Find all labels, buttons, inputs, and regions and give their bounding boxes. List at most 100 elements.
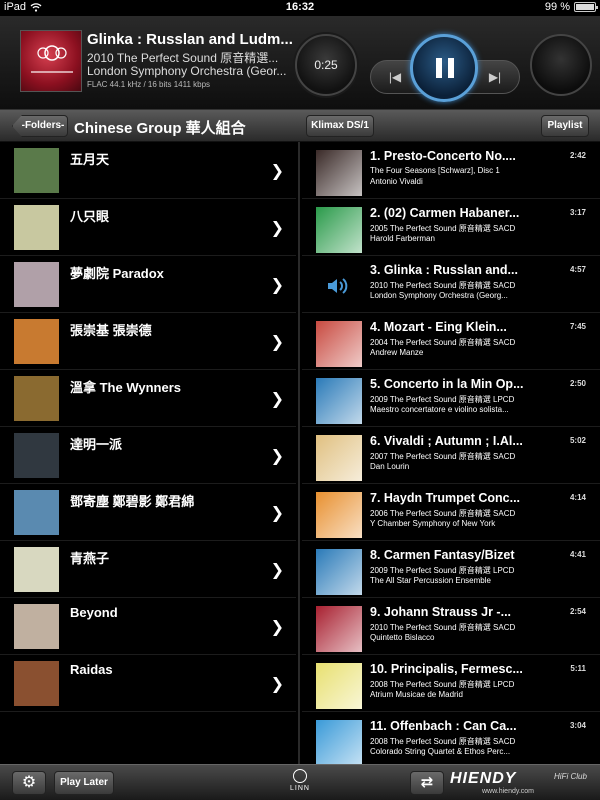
playlist-button[interactable]: Playlist <box>541 115 589 137</box>
group-row[interactable]: 達明一派 ❯ <box>0 427 296 484</box>
group-thumbnail <box>14 262 59 307</box>
track-duration: 4:57 <box>569 265 586 274</box>
track-album: 2009 The Perfect Sound 原音精選 LPCD <box>370 395 515 404</box>
group-row[interactable]: 八只眼 ❯ <box>0 199 296 256</box>
track-duration: 2:42 <box>569 151 586 160</box>
group-label: 鄧寄塵 鄭碧影 鄭君綿 <box>70 494 195 509</box>
volume-knob[interactable] <box>530 34 592 96</box>
group-row[interactable]: 溫拿 The Wynners ❯ <box>0 370 296 427</box>
track-artist: Andrew Manze <box>370 348 424 357</box>
group-row[interactable]: 鄧寄塵 鄭碧影 鄭君綿 ❯ <box>0 484 296 541</box>
track-duration: 5:02 <box>569 436 586 445</box>
track-title: 9. Johann Strauss Jr -... <box>370 605 512 619</box>
track-album-art <box>316 321 362 367</box>
group-thumbnail <box>14 547 59 592</box>
track-row[interactable]: 4. Mozart - Eing Klein... 7:45 2004 The Pe… <box>302 313 600 370</box>
track-duration: 2:54 <box>569 607 586 616</box>
play-later-button[interactable]: Play Later <box>54 771 114 795</box>
track-album-art <box>316 435 362 481</box>
track-row[interactable]: 3. Glinka : Russlan and... 4:57 2010 The P… <box>302 256 600 313</box>
toolbar: -Folders- Chinese Group 華人組合 Klimax DS/1… <box>0 110 600 142</box>
track-artist: The All Star Percussion Ensemble <box>370 576 491 585</box>
track-album-art <box>316 549 362 595</box>
track-album: 2010 The Perfect Sound 原音精選 SACD <box>370 281 516 290</box>
group-label: 八只眼 <box>70 209 110 224</box>
chevron-right-icon: ❯ <box>270 676 284 693</box>
group-thumbnail <box>14 433 59 478</box>
track-title: 1. Presto-Concerto No.... <box>370 149 516 163</box>
group-thumbnail <box>14 148 59 193</box>
track-album-art <box>316 492 362 538</box>
linn-logo: LINN <box>285 769 315 792</box>
pause-button[interactable] <box>410 34 478 102</box>
track-duration: 7:45 <box>569 322 586 331</box>
group-row[interactable]: 夢劇院 Paradox ❯ <box>0 256 296 313</box>
track-row[interactable]: 8. Carmen Fantasy/Bizet 4:41 2009 The Perf… <box>302 541 600 598</box>
status-bar: iPad 16:32 99 % <box>0 0 600 16</box>
watermark-sub: HiFi Club <box>554 772 587 781</box>
group-label: 青燕子 <box>70 551 110 566</box>
track-title: 8. Carmen Fantasy/Bizet <box>370 548 515 562</box>
track-album: 2005 The Perfect Sound 原音精選 SACD <box>370 224 516 233</box>
chevron-right-icon: ❯ <box>270 163 284 180</box>
track-album: 2008 The Perfect Sound 原音精選 LPCD <box>370 680 515 689</box>
elapsed-time-knob[interactable]: 0:25 <box>295 34 357 96</box>
now-playing-panel: Glinka : Russlan and Ludm... 2010 The Pe… <box>0 16 600 110</box>
track-duration: 3:04 <box>569 721 586 730</box>
track-title: 11. Offenbach : Can Ca... <box>370 719 517 733</box>
page-title: Chinese Group 華人組合 <box>74 120 246 137</box>
chevron-right-icon: ❯ <box>270 391 284 408</box>
group-label: Raidas <box>70 662 113 677</box>
repeat-button[interactable]: ⇄ <box>410 771 444 795</box>
track-artist: London Symphony Orchestra (Georg... <box>370 291 508 300</box>
now-playing-title: Glinka : Russlan and Ludm... <box>87 31 292 48</box>
track-title: 10. Principalis, Fermesc... <box>370 662 523 676</box>
group-label: 五月天 <box>70 152 110 167</box>
track-duration: 2:50 <box>569 379 586 388</box>
now-playing-album-art[interactable] <box>20 30 82 92</box>
group-row[interactable]: 五月天 ❯ <box>0 142 296 199</box>
repeat-icon: ⇄ <box>420 774 434 791</box>
status-time: 16:32 <box>285 1 315 13</box>
bottom-bar: ⚙ Play Later LINN ⇄ HIENDY HiFi Club www… <box>0 764 600 800</box>
track-album: 2009 The Perfect Sound 原音精選 LPCD <box>370 566 515 575</box>
album-art-logo-icon <box>31 45 73 73</box>
track-album-art <box>316 207 362 253</box>
track-row[interactable]: 11. Offenbach : Can Ca... 3:04 2008 The Pe… <box>302 712 600 764</box>
group-row[interactable]: Raidas ❯ <box>0 655 296 712</box>
pause-icon <box>436 58 454 78</box>
track-row[interactable]: 2. (02) Carmen Habaner... 3:17 2005 The Pe… <box>302 199 600 256</box>
group-thumbnail <box>14 490 59 535</box>
track-title: 3. Glinka : Russlan and... <box>370 263 518 277</box>
skip-back-icon: |◀ <box>388 70 402 84</box>
track-artist: Harold Farberman <box>370 234 435 243</box>
group-row[interactable]: 青燕子 ❯ <box>0 541 296 598</box>
now-playing-format: FLAC 44.1 kHz / 16 bits 1411 kbps <box>87 80 211 89</box>
settings-button[interactable]: ⚙ <box>12 771 46 795</box>
track-artist: Colorado String Quartet & Ethos Perc... <box>370 747 511 756</box>
previous-track-button[interactable]: |◀ <box>378 65 412 89</box>
next-track-button[interactable]: ▶| <box>478 65 512 89</box>
track-album: 2007 The Perfect Sound 原音精選 SACD <box>370 452 516 461</box>
skip-forward-icon: ▶| <box>488 70 502 84</box>
track-album: The Four Seasons [Schwarz], Disc 1 <box>370 166 500 175</box>
track-duration: 5:11 <box>570 664 586 673</box>
group-row[interactable]: 張崇基 張崇德 ❯ <box>0 313 296 370</box>
track-row[interactable]: 6. Vivaldi ; Autumn ; I.Al... 5:02 2007 Th… <box>302 427 600 484</box>
track-album: 2010 The Perfect Sound 原音精選 SACD <box>370 623 516 632</box>
track-row[interactable]: 7. Haydn Trumpet Conc... 4:14 2006 The Per… <box>302 484 600 541</box>
track-row[interactable]: 5. Concerto in la Min Op... 2:50 2009 The … <box>302 370 600 427</box>
battery-icon <box>574 2 598 12</box>
track-album-art <box>316 663 362 709</box>
track-row[interactable]: 1. Presto-Concerto No.... 2:42 The Four Se… <box>302 142 600 199</box>
chevron-right-icon: ❯ <box>270 277 284 294</box>
device-select-button[interactable]: Klimax DS/1 <box>306 115 374 137</box>
track-row[interactable]: 9. Johann Strauss Jr -... 2:54 2010 The Pe… <box>302 598 600 655</box>
group-thumbnail <box>14 376 59 421</box>
group-row[interactable]: Beyond ❯ <box>0 598 296 655</box>
chevron-right-icon: ❯ <box>270 505 284 522</box>
folders-back-button[interactable]: -Folders- <box>12 115 68 137</box>
track-duration: 4:41 <box>569 550 586 559</box>
track-row[interactable]: 10. Principalis, Fermesc... 5:11 2008 The … <box>302 655 600 712</box>
track-title: 7. Haydn Trumpet Conc... <box>370 491 521 505</box>
